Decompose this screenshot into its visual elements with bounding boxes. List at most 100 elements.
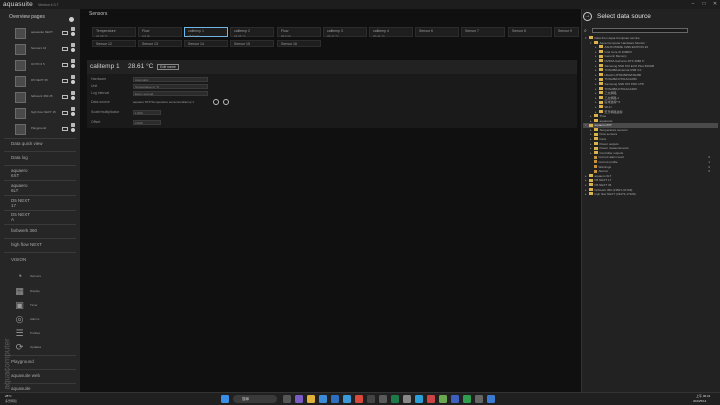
sensor-tile[interactable]: Sensor 15 xyxy=(230,40,274,47)
close-page-icon[interactable] xyxy=(70,96,75,100)
app-icon[interactable] xyxy=(475,394,483,403)
sensor-tile[interactable]: Sensor 9 xyxy=(554,27,579,37)
app-icon[interactable] xyxy=(403,394,411,403)
page-item-0[interactable]: aquasuite NEXT xyxy=(15,27,77,41)
vision-item-timer[interactable]: ▣ Timer xyxy=(12,299,72,313)
hardware-select[interactable]: Automatic xyxy=(133,77,208,82)
vision-item-alarms[interactable]: ◎ Alarms xyxy=(12,313,72,327)
monitor-icon[interactable] xyxy=(62,31,68,35)
close-page-icon[interactable] xyxy=(70,80,75,84)
close-page-icon[interactable] xyxy=(70,112,75,116)
tree-item[interactable]: ▸ high flow NEXT (33473-17328) xyxy=(583,192,718,197)
nav-d5-next-17[interactable]: D5 NEXT 17 xyxy=(11,198,30,208)
app-icon[interactable] xyxy=(379,394,387,403)
sensor-tile[interactable]: Sensor 14 xyxy=(184,40,228,47)
unit-select[interactable]: Temperature in °C xyxy=(133,84,208,89)
monitor-icon[interactable] xyxy=(62,79,68,83)
sensor-tile[interactable]: Sensor 6 xyxy=(415,27,459,37)
page-item-4[interactable]: farbwerk 360 25 xyxy=(15,91,77,105)
sensor-tile[interactable]: Sensor 13 xyxy=(138,40,182,47)
log-interval-select[interactable]: Every second xyxy=(133,91,208,96)
clock-date[interactable]: 2023/5/14 xyxy=(693,399,706,403)
taskbar-search[interactable]: 搜尋 xyxy=(233,394,277,403)
lock-icon[interactable] xyxy=(71,91,75,95)
sensor-tile[interactable]: Sensor 7 xyxy=(461,27,505,37)
sensor-tile[interactable]: Temperature 22.39 °C xyxy=(92,27,136,38)
app-icon[interactable] xyxy=(367,394,375,403)
start-icon[interactable] xyxy=(221,394,229,403)
sensor-tile[interactable]: Flow 0.0 l/h xyxy=(138,27,182,38)
overview-pages-heading[interactable]: Overview pages xyxy=(9,14,45,20)
scale-stepper[interactable]: 1.000 xyxy=(133,110,161,115)
nav-d5-next-a[interactable]: D5 NEXT A xyxy=(11,212,30,222)
sensor-tile-selected[interactable]: calitemp 1 28.61 °C xyxy=(184,27,228,38)
sensor-tile[interactable]: calitemp 4 20.41 °C xyxy=(369,27,413,38)
nav-playground[interactable]: Playground xyxy=(11,359,34,364)
vision-item-profiles[interactable]: ☰ Profiles xyxy=(12,327,72,341)
nav-high-flow-next[interactable]: high flow NEXT xyxy=(11,242,42,247)
page-item-5[interactable]: high flow NEXT 15 xyxy=(15,107,77,121)
sensor-tile[interactable]: calitemp 2 22.66 °C xyxy=(230,27,274,38)
vision-heading[interactable]: VISION xyxy=(11,257,26,262)
clear-source-button[interactable] xyxy=(223,99,229,105)
sensor-tile[interactable]: Flow 99.0 l/h xyxy=(277,27,321,38)
weather-temp[interactable]: 28°C xyxy=(5,394,12,398)
monitor-icon[interactable] xyxy=(62,63,68,67)
nav-aquaero-6xt[interactable]: aquaero 6XT xyxy=(11,168,28,178)
vision-item-display[interactable]: ▦ Display xyxy=(12,285,72,299)
monitor-icon[interactable] xyxy=(62,111,68,115)
page-item-2[interactable]: OCTO 6 5 xyxy=(15,59,77,73)
lock-icon[interactable] xyxy=(71,123,75,127)
select-source-button[interactable] xyxy=(213,99,219,105)
monitor-icon[interactable] xyxy=(62,95,68,99)
app-icon[interactable] xyxy=(427,394,435,403)
sensor-tile[interactable]: Sensor 16 xyxy=(277,40,321,47)
nav-data-log[interactable]: Data log xyxy=(11,155,28,160)
search-input[interactable] xyxy=(592,28,688,33)
app-icon[interactable] xyxy=(391,394,399,403)
edge-icon[interactable] xyxy=(319,394,327,403)
file-explorer-icon[interactable] xyxy=(307,394,315,403)
add-page-icon[interactable] xyxy=(69,17,74,22)
page-item-1[interactable]: Sensors 16 xyxy=(15,43,77,57)
nav-aquasuite-web[interactable]: aquasuite web xyxy=(11,373,40,378)
nav-aquasuite[interactable]: aquasuite xyxy=(11,386,31,391)
back-arrow-icon[interactable]: → xyxy=(583,12,592,21)
page-item-6[interactable]: Playground xyxy=(15,123,77,137)
weather-desc[interactable]: 多雲時陰 xyxy=(5,399,17,403)
lock-icon[interactable] xyxy=(71,59,75,63)
page-item-3[interactable]: D5 NEXT 65 xyxy=(15,75,77,89)
close-page-icon[interactable] xyxy=(70,48,75,52)
maximize-button[interactable]: □ xyxy=(699,1,709,7)
mail-icon[interactable] xyxy=(343,394,351,403)
nav-data-quick-view[interactable]: Data quick view xyxy=(11,141,43,146)
lock-icon[interactable] xyxy=(71,43,75,47)
close-page-icon[interactable] xyxy=(70,32,75,36)
close-page-icon[interactable] xyxy=(70,64,75,68)
monitor-icon[interactable] xyxy=(62,127,68,131)
nav-farbwerk-360[interactable]: farbwerk 360 xyxy=(11,228,37,233)
line-icon[interactable] xyxy=(463,394,471,403)
lock-icon[interactable] xyxy=(71,107,75,111)
app-icon[interactable] xyxy=(415,394,423,403)
close-page-icon[interactable] xyxy=(70,128,75,132)
sensor-tile[interactable]: calitemp 3 20.47 °C xyxy=(323,27,367,38)
close-button[interactable]: ✕ xyxy=(710,1,720,7)
minimize-button[interactable]: – xyxy=(688,1,698,7)
aquasuite-taskbar-icon[interactable] xyxy=(487,394,495,403)
sensor-tile[interactable]: Sensor 8 xyxy=(508,27,552,37)
lock-icon[interactable] xyxy=(71,75,75,79)
chrome-icon[interactable] xyxy=(355,394,363,403)
app-icon[interactable] xyxy=(439,394,447,403)
sensor-tile[interactable]: Sensor 12 xyxy=(92,40,136,47)
chat-icon[interactable] xyxy=(295,394,303,403)
edit-name-button[interactable]: Edit name xyxy=(157,64,179,70)
lock-icon[interactable] xyxy=(71,27,75,31)
vision-item-updates[interactable]: ⟳ Updates xyxy=(12,341,72,355)
nav-aquaero-6lt[interactable]: aquaero 6LT xyxy=(11,183,28,193)
vision-item-sensors[interactable]: ◔ Sensors xyxy=(12,270,72,284)
store-icon[interactable] xyxy=(331,394,339,403)
task-view-icon[interactable] xyxy=(283,394,291,403)
clock-time[interactable]: 上午 06:24 xyxy=(696,394,710,398)
monitor-icon[interactable] xyxy=(62,47,68,51)
